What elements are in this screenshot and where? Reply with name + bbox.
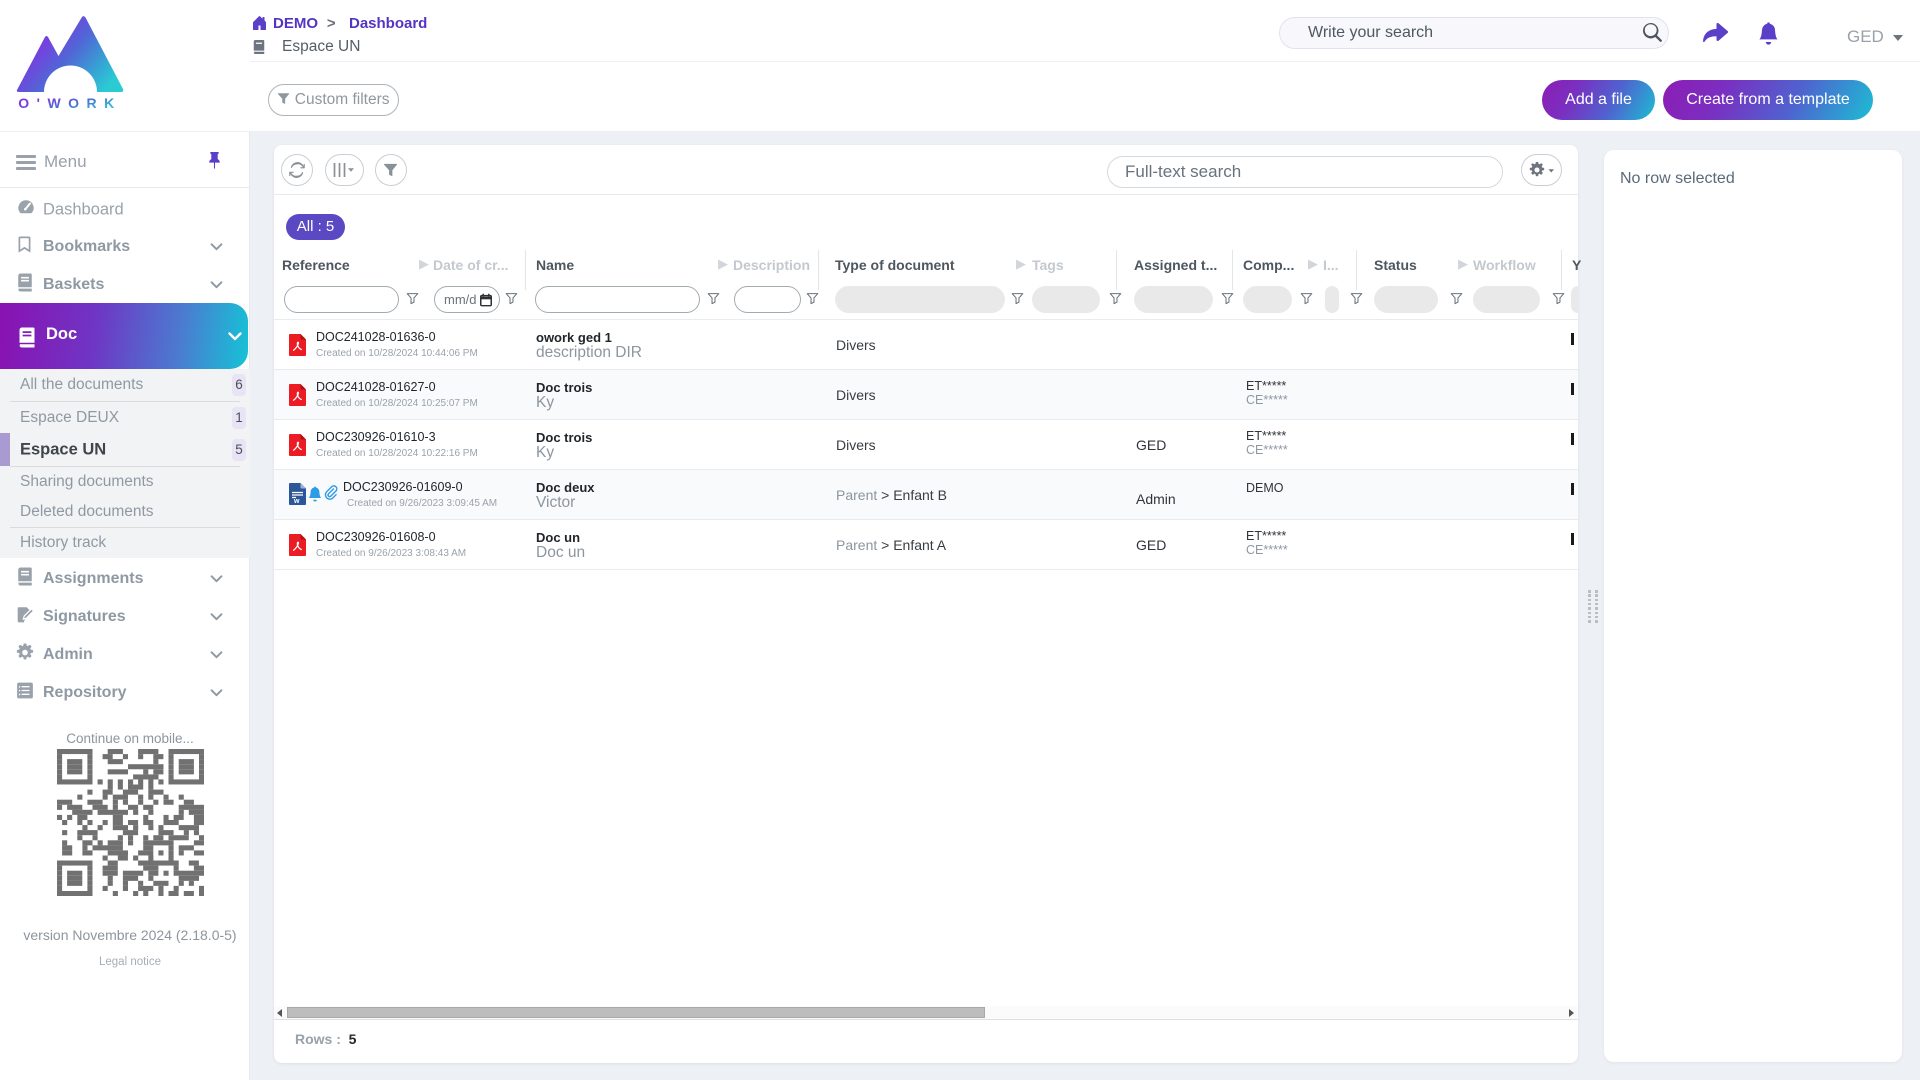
svg-text:O'WORK: O'WORK bbox=[18, 95, 122, 111]
svg-text:w: w bbox=[293, 498, 300, 505]
